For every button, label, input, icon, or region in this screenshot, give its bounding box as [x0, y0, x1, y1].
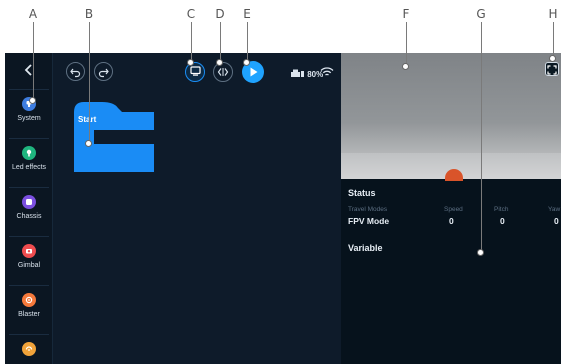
undo-button[interactable] [66, 62, 85, 81]
callout-d: D [215, 7, 225, 21]
fullscreen-icon [547, 65, 557, 75]
callout-f: F [402, 7, 410, 21]
callout-e: E [243, 7, 251, 21]
leader-line-b [89, 22, 90, 143]
divider [9, 236, 49, 237]
leader-dot-e [243, 59, 250, 66]
sidebar-item-label: System [17, 115, 41, 122]
divider [9, 89, 49, 90]
blaster-icon [22, 293, 36, 307]
undo-icon [70, 68, 81, 78]
sensor-icon [22, 342, 36, 356]
leader-line-a [33, 22, 34, 100]
leader-dot-c [187, 59, 194, 66]
battery-status: 80% [291, 69, 323, 79]
redo-icon [98, 68, 109, 78]
leader-line-c [191, 22, 192, 62]
leader-line-f [406, 22, 407, 66]
start-block-label: Start [78, 115, 97, 124]
fpv-camera-view [341, 53, 561, 181]
sidebar-item-sensor[interactable] [5, 336, 53, 364]
leader-line-e [247, 22, 248, 62]
status-title: Status [348, 188, 376, 198]
start-block[interactable] [74, 98, 156, 174]
sidebar-item-label: Chassis [16, 213, 42, 220]
stat-header-travel-modes: Travel Modes [348, 206, 388, 213]
code-workspace[interactable]: 80% Start [54, 53, 341, 364]
back-chevron-icon[interactable] [21, 62, 37, 78]
leader-dot-h [549, 55, 556, 62]
stat-header-yaw: Yaw [548, 206, 561, 213]
sidebar-item-blaster[interactable]: Blaster [5, 287, 53, 333]
sidebar-item-label: Blaster [18, 311, 40, 318]
stat-header-speed: Speed [444, 206, 463, 213]
callout-b: B [84, 7, 94, 21]
stat-value-travel-mode: FPV Mode [348, 216, 390, 226]
sidebar-item-label: Gimbal [17, 262, 41, 269]
leader-dot-a [29, 97, 36, 104]
callout-a: A [28, 7, 38, 21]
code-brackets-icon [217, 68, 229, 76]
leader-line-h [553, 22, 554, 58]
leader-dot-f [402, 63, 409, 70]
sidebar-item-chassis[interactable]: Chassis [5, 189, 53, 235]
variable-title: Variable [348, 243, 383, 253]
divider [9, 334, 49, 335]
code-view-button[interactable] [213, 62, 233, 82]
leader-dot-g [477, 249, 484, 256]
leader-line-g [481, 22, 482, 252]
sidebar-item-label: Led effects [11, 164, 47, 171]
callout-h: H [548, 7, 558, 21]
sidebar-item-gimbal[interactable]: Gimbal [5, 238, 53, 284]
gimbal-icon [22, 244, 36, 258]
callout-g: G [476, 7, 486, 21]
led-icon [22, 146, 36, 160]
chassis-icon [22, 195, 36, 209]
callout-c: C [186, 7, 196, 21]
robot-battery-icon [291, 69, 304, 77]
info-panel: Status Travel Modes Speed Pitch Yaw FPV … [341, 53, 561, 364]
stat-value-speed: 0 [449, 216, 454, 226]
leader-dot-d [216, 59, 223, 66]
divider [9, 138, 49, 139]
leader-dot-b [85, 140, 92, 147]
stat-value-pitch: 0 [500, 216, 505, 226]
leader-line-d [220, 22, 221, 62]
fpv-object [445, 169, 463, 181]
divider [9, 187, 49, 188]
divider [9, 285, 49, 286]
stat-value-yaw: 0 [554, 216, 559, 226]
sidebar-item-led-effects[interactable]: Led effects [5, 140, 53, 186]
redo-button[interactable] [94, 62, 113, 81]
fullscreen-button[interactable] [545, 62, 559, 76]
wifi-icon [320, 67, 334, 76]
stat-header-pitch: Pitch [494, 206, 509, 213]
